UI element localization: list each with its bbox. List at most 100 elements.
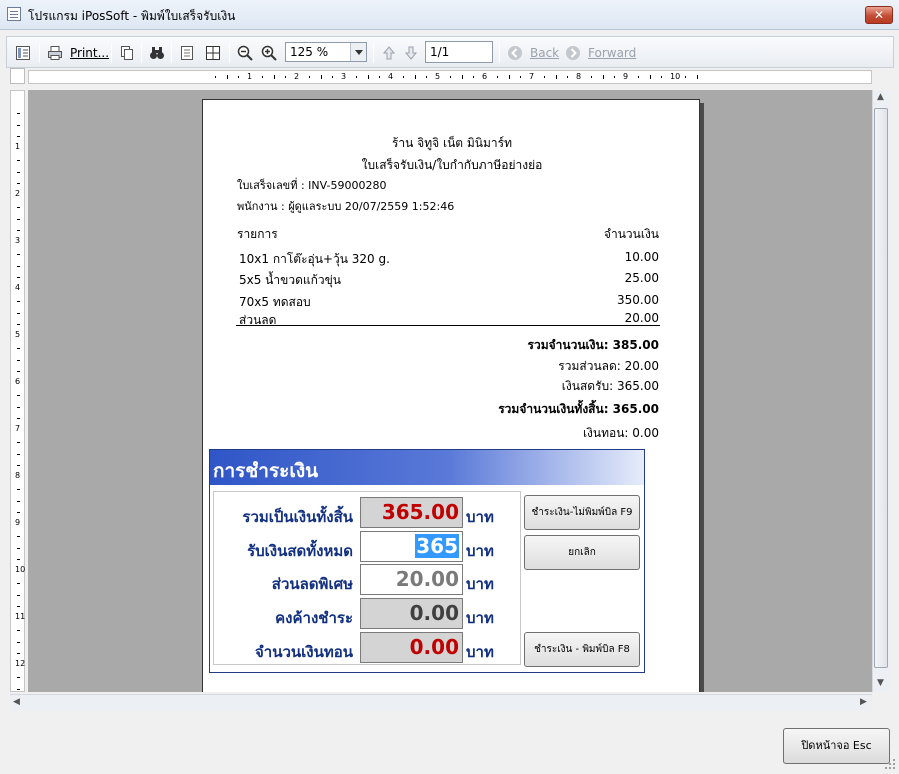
scroll-up-arrow-icon[interactable]: ▲ [877, 92, 884, 102]
ruler-tick [17, 512, 20, 514]
item-amount: 10.00 [624, 250, 659, 264]
ruler-tick [17, 653, 20, 655]
special-discount-label: ส่วนลดพิเศษ [271, 575, 353, 593]
previous-page-icon[interactable] [381, 45, 397, 61]
cash-received-label: รับเงินสดทั้งหมด [247, 542, 353, 560]
payment-dialog-header: การชำระเงิน [209, 449, 645, 485]
pay-no-print-button[interactable]: ชำระเงิน-ไม่พิมพ์บิล F9 [524, 495, 640, 530]
zoom-value: 125 % [290, 45, 329, 59]
toolbar-separator [111, 43, 112, 63]
ruler-number: 8 [15, 471, 21, 480]
ruler-tick [17, 500, 20, 502]
staff-datetime: พนักงาน : ผู้ดูแลระบบ 20/07/2559 1:52:46 [237, 200, 455, 213]
ruler-tick [17, 582, 20, 584]
back-arrow-icon[interactable] [507, 45, 523, 61]
pay-print-button[interactable]: ชำระเงิน - พิมพ์บิล F8 [524, 632, 640, 667]
ruler-tick [226, 75, 228, 79]
page-number-input[interactable]: 1/1 [425, 41, 493, 63]
scroll-right-arrow-icon[interactable]: ▶ [860, 697, 867, 707]
ruler-number: 1 [15, 142, 21, 151]
table-of-contents-icon[interactable] [15, 45, 31, 61]
bottom-bar [0, 714, 899, 774]
unit-label: บาท [466, 609, 494, 627]
summary-cash-received: เงินสดรับ: 365.00 [561, 379, 659, 393]
window-close-button[interactable]: ✕ [865, 6, 893, 24]
zoom-out-icon[interactable] [237, 45, 253, 61]
back-button[interactable]: Back [530, 44, 559, 62]
next-page-icon[interactable] [403, 45, 419, 61]
ruler-tick [17, 453, 20, 455]
cancel-button[interactable]: ยกเลิก [524, 535, 640, 570]
ruler-number: 9 [15, 518, 21, 527]
toolbar-separator [499, 43, 500, 63]
ruler-number: 3 [15, 236, 21, 245]
ruler-number: 11 [15, 612, 26, 621]
window-title: โปรแกรม iPosSoft - พิมพ์ใบเสร็จรับเงิน [28, 9, 236, 23]
print-button[interactable]: Print... [70, 44, 109, 62]
cash-received-input[interactable]: 365 [360, 531, 463, 562]
zoom-in-icon[interactable] [261, 45, 277, 61]
ruler-tick [332, 76, 334, 78]
close-screen-button[interactable]: ปิดหน้าจอ Esc [783, 728, 890, 764]
ruler-tick [555, 75, 557, 79]
page-number-value: 1/1 [430, 45, 450, 59]
copy-icon[interactable] [119, 45, 135, 61]
forward-button[interactable]: Forward [588, 44, 636, 62]
toolbar-separator [229, 43, 230, 63]
ruler-number: 7 [529, 72, 535, 81]
ruler-tick [17, 230, 20, 232]
toolbar-separator [39, 43, 40, 63]
ruler-tick [17, 124, 20, 126]
zoom-select[interactable]: 125 % [285, 42, 367, 62]
special-discount-input[interactable]: 20.00 [360, 564, 463, 595]
scroll-left-arrow-icon[interactable]: ◀ [13, 697, 20, 707]
vertical-scrollbar[interactable]: ▲ ▼ [872, 90, 889, 692]
toolbar-separator [141, 43, 142, 63]
summary-grand-total: รวมจำนวนเงินทั้งสิ้น: 365.00 [498, 402, 659, 416]
title-bar: โปรแกรม iPosSoft - พิมพ์ใบเสร็จรับเงิน ✕ [0, 0, 899, 30]
ruler-tick [17, 183, 20, 185]
single-page-icon[interactable] [179, 45, 195, 61]
preview-toolbar: Print... 125 % 1/1 Back Forward [6, 36, 894, 68]
receipt-page: ร้าน จิทูจิ เน็ต มินิมาร์ท ใบเสร็จรับเงิ… [202, 99, 700, 692]
scroll-down-arrow-icon[interactable]: ▼ [877, 678, 884, 688]
unit-label: บาท [466, 575, 494, 593]
printer-icon[interactable] [47, 45, 63, 61]
change-value-field: 0.00 [360, 632, 463, 663]
ruler-number: 8 [576, 72, 582, 81]
item-amount: 350.00 [617, 293, 659, 307]
unit-label: บาท [466, 643, 494, 661]
unit-label: บาท [466, 508, 494, 526]
preview-viewport[interactable]: ร้าน จิทูจิ เน็ต มินิมาร์ท ใบเสร็จรับเงิ… [28, 90, 872, 692]
find-binoculars-icon[interactable] [149, 45, 165, 61]
ruler-tick [414, 75, 416, 79]
horizontal-ruler: 1 2 3 4 5 6 7 8 9 10 [28, 70, 872, 84]
forward-arrow-icon[interactable] [565, 45, 581, 61]
ruler-tick [649, 75, 651, 79]
ruler-tick [17, 277, 20, 279]
vertical-scroll-thumb[interactable] [874, 108, 888, 668]
ruler-tick [496, 76, 498, 78]
vertical-ruler: 1 2 3 4 5 6 7 8 9 10 11 12 [10, 90, 25, 692]
ruler-tick [17, 159, 20, 161]
ruler-number: 10 [15, 565, 26, 574]
document-title: ใบเสร็จรับเงิน/ใบกำกับภาษีอย่างย่อ [361, 158, 543, 172]
ruler-tick [661, 76, 663, 78]
ruler-number: 2 [294, 72, 300, 81]
ruler-tick [17, 535, 20, 537]
resize-grip-icon[interactable] [884, 758, 896, 770]
chevron-down-icon[interactable] [350, 43, 366, 61]
ruler-tick [402, 76, 404, 78]
ruler-number: 2 [15, 189, 21, 198]
ruler-tick [273, 75, 275, 79]
ruler-tick [17, 465, 20, 467]
ruler-tick [17, 371, 20, 373]
horizontal-scrollbar[interactable]: ◀ ▶ [10, 694, 872, 711]
multi-page-icon[interactable] [205, 45, 221, 61]
ruler-tick [367, 75, 369, 79]
unit-label: บาท [466, 542, 494, 560]
ruler-tick [17, 300, 20, 302]
ruler-tick [17, 359, 20, 361]
ruler-tick [17, 171, 20, 173]
outstanding-label: คงค้างชำระ [275, 609, 353, 627]
